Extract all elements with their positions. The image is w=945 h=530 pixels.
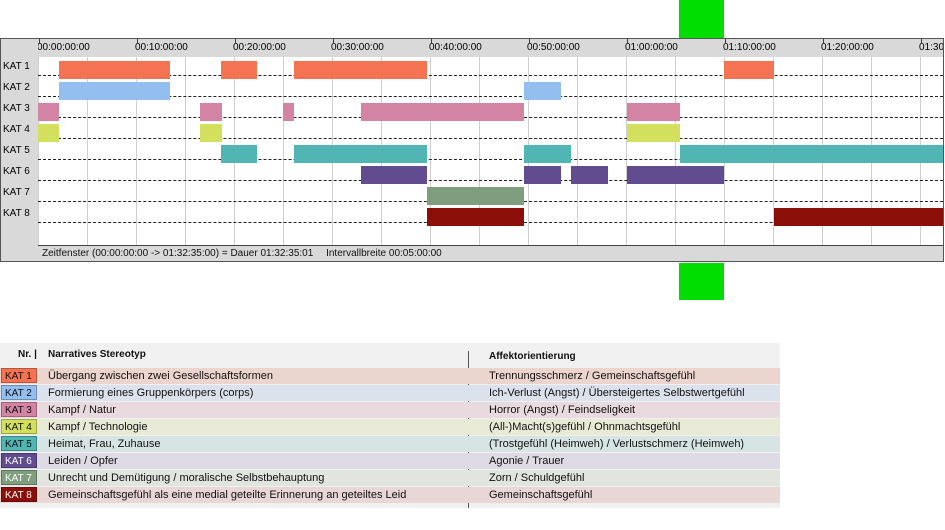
category-label: KAT 4 <box>3 124 30 135</box>
legend-category-badge: KAT 8 <box>1 487 37 502</box>
timeline-segment[interactable] <box>680 145 943 163</box>
category-row-line <box>38 75 943 76</box>
legend-row: KAT 3 Kampf / Natur Horror (Angst) / Feind… <box>0 402 780 418</box>
category-row-line <box>38 180 943 181</box>
ruler-tick-label: 00:20:00:00 <box>233 42 286 53</box>
status-bar: Zeitfenster (00:00:00:00 -> 01:32:35:00)… <box>38 245 943 261</box>
legend-stereotype: Gemeinschaftsgefühl als eine medial gete… <box>48 489 407 501</box>
timeline-segment[interactable] <box>524 82 561 100</box>
legend-row: KAT 4 Kampf / Technologie (All-)Macht(s)ge… <box>0 419 780 435</box>
timeline-segment[interactable] <box>361 103 524 121</box>
time-window-text: Zeitfenster (00:00:00:00 -> 01:32:35:00)… <box>42 248 314 259</box>
legend-row: KAT 7 Unrecht und Demütigung / moralische… <box>0 470 780 486</box>
timeline-segment[interactable] <box>294 145 427 163</box>
legend-header: Nr. | Narratives Stereotyp Affektorienti… <box>0 343 780 367</box>
timeline-segment[interactable] <box>221 61 257 79</box>
timeline-segment[interactable] <box>627 103 680 121</box>
timeline-segment[interactable] <box>200 103 222 121</box>
timeline-segment[interactable] <box>427 208 524 226</box>
legend-category-badge: KAT 4 <box>1 419 37 434</box>
timeline-segment[interactable] <box>361 166 427 184</box>
legend-row: KAT 8 Gemeinschaftsgefühl als eine medial… <box>0 487 780 503</box>
category-label: KAT 7 <box>3 187 30 198</box>
category-label: KAT 1 <box>3 61 30 72</box>
legend-stereotype: Heimat, Frau, Zuhause <box>48 438 161 450</box>
legend-affect: Horror (Angst) / Feindseligkeit <box>489 404 636 416</box>
timeline-segment[interactable] <box>283 103 294 121</box>
timeline-segment[interactable] <box>724 61 774 79</box>
ruler-tick-label: 00:50:00:00 <box>527 42 580 53</box>
timeline-segment[interactable] <box>627 124 680 142</box>
timeline-segment[interactable] <box>59 82 170 100</box>
legend-stereotype: Übergang zwischen zwei Gesellschaftsform… <box>48 370 273 382</box>
legend-category-badge: KAT 5 <box>1 436 37 451</box>
timeline-segment[interactable] <box>59 61 170 79</box>
legend-affect: (All-)Macht(s)gefühl / Ohnmachtsgefühl <box>489 421 681 433</box>
category-label: KAT 3 <box>3 103 30 114</box>
grid-line <box>626 57 627 247</box>
legend-category-badge: KAT 1 <box>1 368 37 383</box>
timeline-segment[interactable] <box>571 166 608 184</box>
timeline-segment[interactable] <box>38 103 59 121</box>
ruler-tick-label: 01:10:00:00 <box>723 42 776 53</box>
grid-line <box>577 57 578 247</box>
ruler-tick-label: 01:00:00:00 <box>625 42 678 53</box>
grid-line <box>283 57 284 247</box>
legend-col-affect: Affektorientierung <box>489 351 576 362</box>
ruler-tick-label: 00:10:00:00 <box>135 42 188 53</box>
ruler-tick-label: 00:40:00:00 <box>429 42 482 53</box>
category-label: KAT 2 <box>3 82 30 93</box>
legend-stereotype: Kampf / Natur <box>48 404 116 416</box>
legend-row: KAT 6 Leiden / Opfer Agonie / Trauer <box>0 453 780 469</box>
timeline-plot[interactable] <box>38 57 943 247</box>
timeline-segment[interactable] <box>294 61 427 79</box>
category-label-column: KAT 1 KAT 2 KAT 3 KAT 4 KAT 5 KAT 6 KAT 7 KAT 8 <box>1 57 38 247</box>
legend-stereotype: Formierung eines Gruppenkörpers (corps) <box>48 387 254 399</box>
ruler-tick-label: 00:00:00:00 <box>38 42 90 53</box>
ruler-tick-label: 01:30 <box>919 42 943 53</box>
category-row-line <box>38 138 943 139</box>
legend-table: Nr. | Narratives Stereotyp Affektorienti… <box>0 343 780 508</box>
interval-width-text: Intervallbreite 00:05:00:00 <box>326 248 442 259</box>
legend-stereotype: Unrecht und Demütigung / moralische Selb… <box>48 472 325 484</box>
timeline-segment[interactable] <box>524 166 561 184</box>
timeline-segment[interactable] <box>200 124 222 142</box>
timeline-segment[interactable] <box>774 208 943 226</box>
timeline-segment[interactable] <box>38 124 59 142</box>
category-row-line <box>38 96 943 97</box>
legend-row: KAT 1 Übergang zwischen zwei Gesellschaft… <box>0 368 780 384</box>
legend-affect: Trennungsschmerz / Gemeinschaftsgefühl <box>489 370 696 382</box>
legend-category-badge: KAT 3 <box>1 402 37 417</box>
playhead-marker-top[interactable] <box>679 0 724 38</box>
grid-line <box>38 57 39 247</box>
legend-affect: (Trostgefühl (Heimweh) / Verlustschmerz … <box>489 438 745 450</box>
grid-line <box>675 57 676 247</box>
timeline-segment[interactable] <box>524 145 571 163</box>
timeline-segment[interactable] <box>627 166 724 184</box>
legend-stereotype: Leiden / Opfer <box>48 455 118 467</box>
ruler-tick-label: 00:30:00:00 <box>331 42 384 53</box>
legend-row: KAT 5 Heimat, Frau, Zuhause (Trostgefühl (… <box>0 436 780 452</box>
legend-affect: Agonie / Trauer <box>489 455 565 467</box>
legend-stereotype: Kampf / Technologie <box>48 421 148 433</box>
timeline-segment[interactable] <box>221 145 257 163</box>
legend-col-stereotype: Narratives Stereotyp <box>48 349 146 360</box>
category-label: KAT 6 <box>3 166 30 177</box>
grid-line <box>185 57 186 247</box>
playhead-marker-bottom[interactable] <box>679 263 724 300</box>
legend-affect: Gemeinschaftsgefühl <box>489 489 593 501</box>
timeline-segment[interactable] <box>427 187 524 205</box>
legend-row: KAT 2 Formierung eines Gruppenkörpers (co… <box>0 385 780 401</box>
legend-category-badge: KAT 6 <box>1 453 37 468</box>
legend-affect: Zorn / Schuldgefühl <box>489 472 585 484</box>
ruler-tick-label: 01:20:00:00 <box>821 42 874 53</box>
category-label: KAT 5 <box>3 145 30 156</box>
legend-category-badge: KAT 7 <box>1 470 37 485</box>
category-label: KAT 8 <box>3 208 30 219</box>
legend-affect: Ich-Verlust (Angst) / Übersteigertes Sel… <box>489 387 745 399</box>
legend-col-nr: Nr. | <box>18 349 37 360</box>
time-ruler[interactable]: 00:00:00:00 00:10:00:00 00:20:00:00 00:30:0… <box>38 39 943 58</box>
timeline-panel: 00:00:00:00 00:10:00:00 00:20:00:00 00:30:0… <box>0 38 944 262</box>
legend-category-badge: KAT 2 <box>1 385 37 400</box>
